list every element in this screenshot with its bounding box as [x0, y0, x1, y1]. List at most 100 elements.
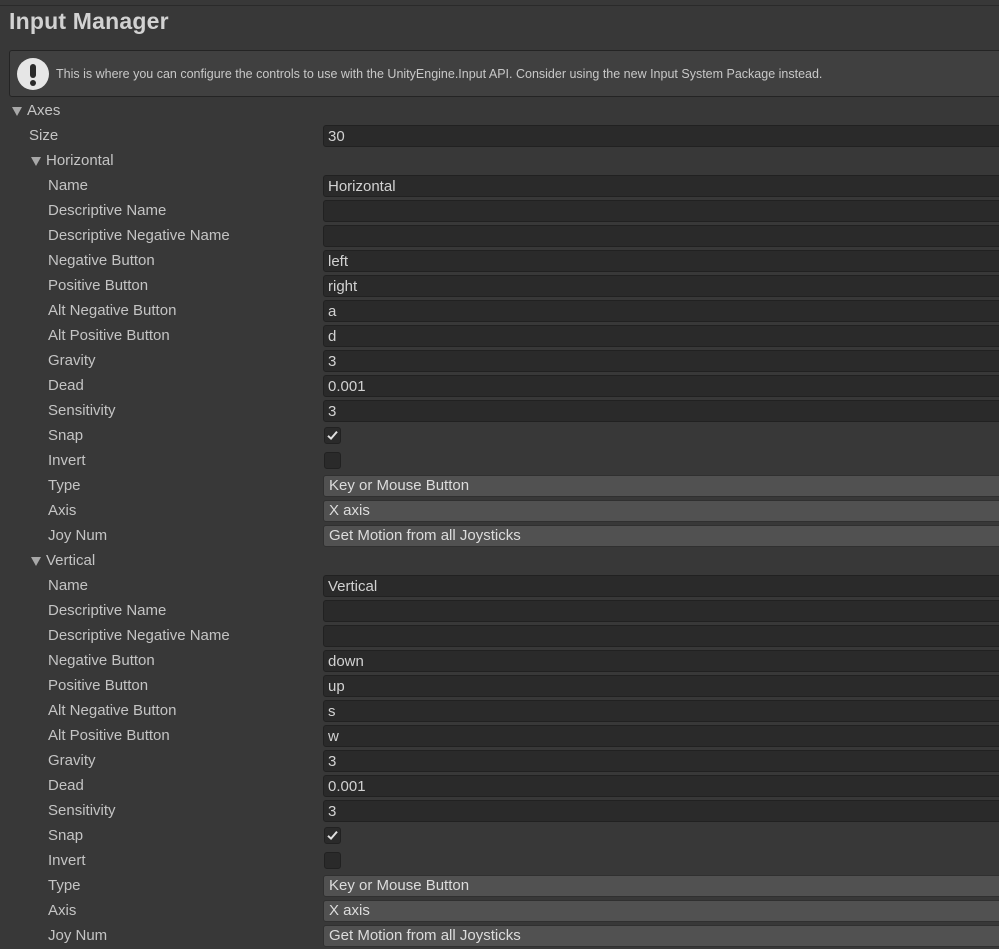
sensitivity-label: Sensitivity: [48, 802, 116, 819]
help-box: This is where you can configure the cont…: [9, 50, 999, 97]
positive-button-input[interactable]: up: [323, 675, 999, 697]
snap-row: Snap: [0, 824, 999, 849]
descriptive-negative-name-label: Descriptive Negative Name: [48, 627, 230, 644]
joy-num-value: Get Motion from all Joysticks: [329, 927, 521, 944]
axis-foldout-horizontal[interactable]: Horizontal: [0, 149, 999, 174]
joy-num-row: Joy Num Get Motion from all Joysticks: [0, 524, 999, 549]
positive-button-label: Positive Button: [48, 277, 149, 294]
dead-row: Dead 0.001: [0, 374, 999, 399]
type-label: Type: [48, 477, 81, 494]
descriptive-negative-name-input[interactable]: [323, 625, 999, 647]
type-label: Type: [48, 877, 81, 894]
invert-label: Invert: [48, 852, 86, 869]
axes-label: Axes: [27, 102, 61, 119]
axes-size-row: Size 30: [0, 124, 999, 149]
snap-checkbox[interactable]: [324, 827, 341, 844]
axes-foldout[interactable]: Axes: [0, 99, 999, 124]
gravity-input[interactable]: 3: [323, 350, 999, 372]
type-row: Type Key or Mouse Button: [0, 474, 999, 499]
positive-button-value: right: [328, 278, 358, 295]
alt-positive-button-label: Alt Positive Button: [48, 727, 170, 744]
window-top-border: [0, 5, 999, 6]
alt-positive-button-row: Alt Positive Button d: [0, 324, 999, 349]
axis-value: X axis: [329, 502, 370, 519]
descriptive-negative-name-input[interactable]: [323, 225, 999, 247]
invert-checkbox[interactable]: [324, 452, 341, 469]
negative-button-label: Negative Button: [48, 652, 155, 669]
type-value: Key or Mouse Button: [329, 477, 470, 494]
descriptive-name-row: Descriptive Name: [0, 199, 999, 224]
positive-button-value: up: [328, 678, 345, 695]
alt-positive-button-row: Alt Positive Button w: [0, 724, 999, 749]
descriptive-name-input[interactable]: [323, 600, 999, 622]
positive-button-row: Positive Button right: [0, 274, 999, 299]
descriptive-negative-name-row: Descriptive Negative Name: [0, 224, 999, 249]
descriptive-negative-name-label: Descriptive Negative Name: [48, 227, 230, 244]
foldout-arrow-icon[interactable]: [31, 157, 41, 166]
joy-num-value: Get Motion from all Joysticks: [329, 527, 521, 544]
alt-positive-button-value: d: [328, 328, 337, 345]
negative-button-input[interactable]: down: [323, 650, 999, 672]
invert-row: Invert: [0, 849, 999, 874]
gravity-value: 3: [328, 753, 337, 770]
invert-checkbox[interactable]: [324, 852, 341, 869]
invert-row: Invert: [0, 449, 999, 474]
sensitivity-row: Sensitivity 3: [0, 399, 999, 424]
positive-button-input[interactable]: right: [323, 275, 999, 297]
axis-dropdown[interactable]: X axis: [323, 500, 999, 522]
invert-label: Invert: [48, 452, 86, 469]
help-text: This is where you can configure the cont…: [56, 67, 823, 81]
alt-negative-button-input[interactable]: s: [323, 700, 999, 722]
alt-negative-button-row: Alt Negative Button s: [0, 699, 999, 724]
alt-positive-button-label: Alt Positive Button: [48, 327, 170, 344]
descriptive-negative-name-row: Descriptive Negative Name: [0, 624, 999, 649]
snap-checkbox[interactable]: [324, 427, 341, 444]
name-input[interactable]: Vertical: [323, 575, 999, 597]
alt-negative-button-value: s: [328, 703, 336, 720]
type-dropdown[interactable]: Key or Mouse Button: [323, 475, 999, 497]
joy-num-dropdown[interactable]: Get Motion from all Joysticks: [323, 925, 999, 947]
size-input[interactable]: 30: [323, 125, 999, 147]
axis-value: X axis: [329, 902, 370, 919]
type-dropdown[interactable]: Key or Mouse Button: [323, 875, 999, 897]
alt-negative-button-input[interactable]: a: [323, 300, 999, 322]
alt-positive-button-input[interactable]: d: [323, 325, 999, 347]
axis-label: Axis: [48, 902, 77, 919]
name-input[interactable]: Horizontal: [323, 175, 999, 197]
foldout-arrow-icon[interactable]: [12, 107, 22, 116]
axis-dropdown[interactable]: X axis: [323, 900, 999, 922]
negative-button-input[interactable]: left: [323, 250, 999, 272]
dead-value: 0.001: [328, 378, 366, 395]
joy-num-dropdown[interactable]: Get Motion from all Joysticks: [323, 525, 999, 547]
joy-num-label: Joy Num: [48, 527, 108, 544]
negative-button-row: Negative Button down: [0, 649, 999, 674]
type-row: Type Key or Mouse Button: [0, 874, 999, 899]
dead-input[interactable]: 0.001: [323, 775, 999, 797]
sensitivity-value: 3: [328, 803, 337, 820]
foldout-arrow-icon[interactable]: [31, 557, 41, 566]
descriptive-name-input[interactable]: [323, 200, 999, 222]
dead-row: Dead 0.001: [0, 774, 999, 799]
dead-input[interactable]: 0.001: [323, 375, 999, 397]
sensitivity-input[interactable]: 3: [323, 400, 999, 422]
name-label: Name: [48, 177, 89, 194]
negative-button-label: Negative Button: [48, 252, 155, 269]
alt-positive-button-input[interactable]: w: [323, 725, 999, 747]
size-label: Size: [29, 127, 59, 144]
snap-row: Snap: [0, 424, 999, 449]
alt-negative-button-label: Alt Negative Button: [48, 702, 177, 719]
descriptive-name-row: Descriptive Name: [0, 599, 999, 624]
negative-button-value: down: [328, 653, 364, 670]
alt-positive-button-value: w: [328, 728, 339, 745]
gravity-row: Gravity 3: [0, 749, 999, 774]
negative-button-value: left: [328, 253, 349, 270]
positive-button-row: Positive Button up: [0, 674, 999, 699]
sensitivity-input[interactable]: 3: [323, 800, 999, 822]
gravity-row: Gravity 3: [0, 349, 999, 374]
name-label: Name: [48, 577, 89, 594]
joy-num-label: Joy Num: [48, 927, 108, 944]
name-value: Vertical: [328, 578, 378, 595]
gravity-input[interactable]: 3: [323, 750, 999, 772]
gravity-label: Gravity: [48, 352, 96, 369]
axis-foldout-vertical[interactable]: Vertical: [0, 549, 999, 574]
